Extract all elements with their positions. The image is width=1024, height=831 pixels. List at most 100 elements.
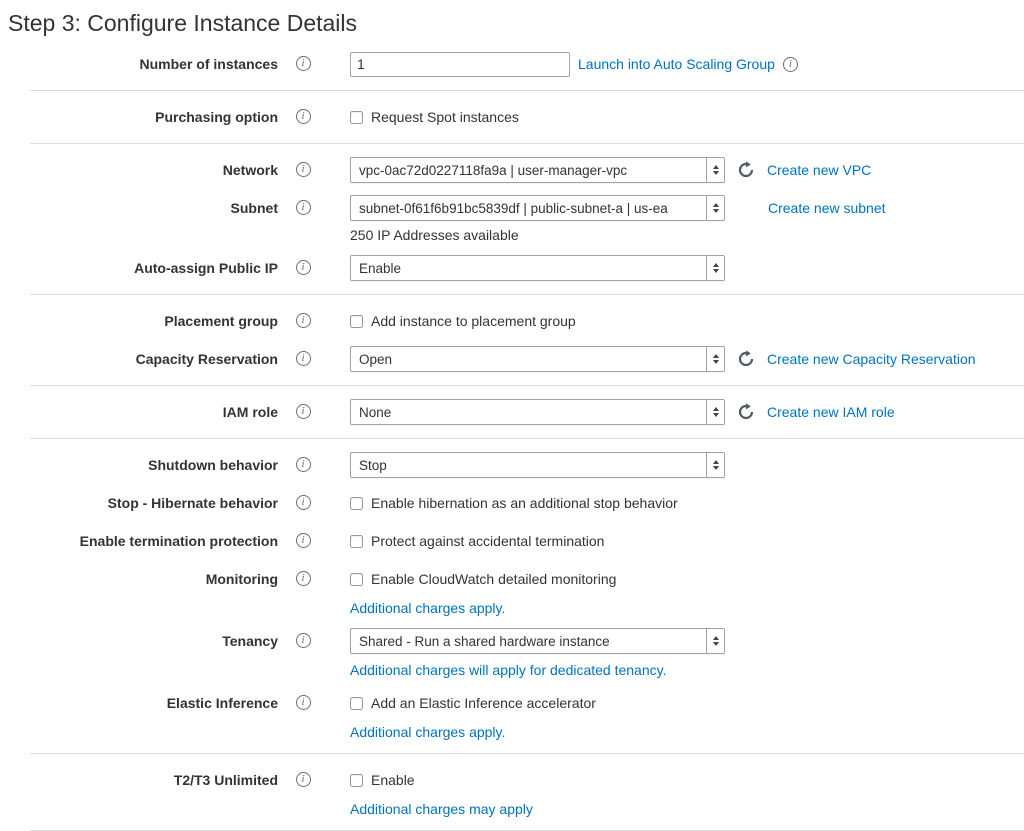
info-icon[interactable]: i <box>296 200 311 215</box>
divider <box>30 90 1024 91</box>
form-row-termination-protection: Enable termination protection i Protect … <box>0 528 1024 554</box>
info-icon[interactable]: i <box>296 457 311 472</box>
info-icon[interactable]: i <box>296 571 311 586</box>
info-icon[interactable]: i <box>296 533 311 548</box>
tenancy-select[interactable]: Shared - Run a shared hardware instance <box>350 628 725 654</box>
cloudwatch-monitoring-checkbox[interactable] <box>350 573 363 586</box>
form-row-shutdown-behavior: Shutdown behavior i Stop <box>0 452 1024 478</box>
form-row-stop-hibernate-behavior: Stop - Hibernate behavior i Enable hiber… <box>0 490 1024 516</box>
refresh-icon[interactable] <box>737 350 755 368</box>
request-spot-instances-label[interactable]: Request Spot instances <box>371 109 519 125</box>
subnet-label: Subnet <box>231 200 278 216</box>
tenancy-select-value: Shared - Run a shared hardware instance <box>359 634 700 649</box>
form-row-capacity-reservation: Capacity Reservation i Open Create new C… <box>0 346 1024 372</box>
elastic-inference-additional-charges-link[interactable]: Additional charges apply. <box>350 724 505 740</box>
capacity-reservation-label: Capacity Reservation <box>136 351 278 367</box>
elastic-inference-label: Elastic Inference <box>167 695 278 711</box>
create-new-iam-role-link[interactable]: Create new IAM role <box>767 404 895 420</box>
info-icon[interactable]: i <box>296 695 311 710</box>
select-arrows-icon <box>706 196 724 220</box>
t2t3-enable-checkbox[interactable] <box>350 774 363 787</box>
info-icon[interactable]: i <box>296 313 311 328</box>
info-icon[interactable]: i <box>296 495 311 510</box>
placement-group-checkbox[interactable] <box>350 315 363 328</box>
info-icon[interactable]: i <box>783 57 798 72</box>
create-new-subnet-link[interactable]: Create new subnet <box>768 200 886 216</box>
cloudwatch-monitoring-checkbox-label[interactable]: Enable CloudWatch detailed monitoring <box>371 571 616 587</box>
select-arrows-icon <box>706 400 724 424</box>
form-row-tenancy: Tenancy i Shared - Run a shared hardware… <box>0 628 1024 678</box>
page-title: Step 3: Configure Instance Details <box>8 10 1024 37</box>
info-icon[interactable]: i <box>296 56 311 71</box>
select-arrows-icon <box>706 158 724 182</box>
stop-hibernate-behavior-label: Stop - Hibernate behavior <box>108 495 278 511</box>
divider <box>30 753 1024 754</box>
auto-assign-public-ip-select-value: Enable <box>359 261 700 276</box>
iam-role-select-value: None <box>359 405 700 420</box>
create-new-capacity-reservation-link[interactable]: Create new Capacity Reservation <box>767 351 976 367</box>
iam-role-label: IAM role <box>223 404 278 420</box>
t2t3-additional-charges-link[interactable]: Additional charges may apply <box>350 801 533 817</box>
t2t3-unlimited-label: T2/T3 Unlimited <box>174 772 278 788</box>
refresh-icon[interactable] <box>737 403 755 421</box>
iam-role-select[interactable]: None <box>350 399 725 425</box>
elastic-inference-checkbox-label[interactable]: Add an Elastic Inference accelerator <box>371 695 596 711</box>
termination-protection-checkbox-label[interactable]: Protect against accidental termination <box>371 533 604 549</box>
network-label: Network <box>223 162 278 178</box>
form-row-subnet: Subnet i subnet-0f61f6b91bc5839df | publ… <box>0 195 1024 243</box>
subnet-select-value: subnet-0f61f6b91bc5839df | public-subnet… <box>359 201 700 216</box>
request-spot-instances-checkbox[interactable] <box>350 111 363 124</box>
create-new-vpc-link[interactable]: Create new VPC <box>767 162 871 178</box>
elastic-inference-checkbox[interactable] <box>350 697 363 710</box>
info-icon[interactable]: i <box>296 260 311 275</box>
select-arrows-icon <box>706 453 724 477</box>
form-row-auto-assign-public-ip: Auto-assign Public IP i Enable <box>0 255 1024 281</box>
shutdown-behavior-label: Shutdown behavior <box>148 457 278 473</box>
auto-assign-public-ip-select[interactable]: Enable <box>350 255 725 281</box>
tenancy-additional-charges-link[interactable]: Additional charges will apply for dedica… <box>350 662 666 678</box>
number-of-instances-input[interactable] <box>350 52 570 77</box>
info-icon[interactable]: i <box>296 162 311 177</box>
info-icon[interactable]: i <box>296 772 311 787</box>
select-arrows-icon <box>706 347 724 371</box>
shutdown-behavior-select[interactable]: Stop <box>350 452 725 478</box>
configure-instance-details-page: Step 3: Configure Instance Details Numbe… <box>0 10 1024 831</box>
divider <box>30 385 1024 386</box>
termination-protection-checkbox[interactable] <box>350 535 363 548</box>
termination-protection-label: Enable termination protection <box>80 533 278 549</box>
capacity-reservation-select[interactable]: Open <box>350 346 725 372</box>
form-row-elastic-inference: Elastic Inference i Add an Elastic Infer… <box>0 690 1024 740</box>
subnet-ip-availability-note: 250 IP Addresses available <box>350 227 519 243</box>
form-row-t2t3-unlimited: T2/T3 Unlimited i Enable Additional char… <box>0 767 1024 817</box>
subnet-select[interactable]: subnet-0f61f6b91bc5839df | public-subnet… <box>350 195 725 221</box>
purchasing-option-label: Purchasing option <box>155 109 278 125</box>
hibernation-checkbox-label[interactable]: Enable hibernation as an additional stop… <box>371 495 678 511</box>
monitoring-label: Monitoring <box>206 571 278 587</box>
shutdown-behavior-select-value: Stop <box>359 458 700 473</box>
auto-assign-public-ip-label: Auto-assign Public IP <box>134 260 278 276</box>
network-select[interactable]: vpc-0ac72d0227118fa9a | user-manager-vpc <box>350 157 725 183</box>
monitoring-additional-charges-link[interactable]: Additional charges apply. <box>350 600 505 616</box>
select-arrows-icon <box>706 256 724 280</box>
info-icon[interactable]: i <box>296 404 311 419</box>
refresh-icon[interactable] <box>737 161 755 179</box>
hibernation-checkbox[interactable] <box>350 497 363 510</box>
form-row-purchasing-option: Purchasing option i Request Spot instanc… <box>0 104 1024 130</box>
divider <box>30 294 1024 295</box>
form-row-monitoring: Monitoring i Enable CloudWatch detailed … <box>0 566 1024 616</box>
capacity-reservation-select-value: Open <box>359 352 700 367</box>
divider <box>30 143 1024 144</box>
t2t3-enable-checkbox-label[interactable]: Enable <box>371 772 415 788</box>
info-icon[interactable]: i <box>296 109 311 124</box>
select-arrows-icon <box>706 629 724 653</box>
divider <box>30 438 1024 439</box>
placement-group-label: Placement group <box>164 313 278 329</box>
tenancy-label: Tenancy <box>222 633 278 649</box>
network-select-value: vpc-0ac72d0227118fa9a | user-manager-vpc <box>359 163 700 178</box>
number-of-instances-label: Number of instances <box>140 56 278 72</box>
placement-group-checkbox-label[interactable]: Add instance to placement group <box>371 313 576 329</box>
info-icon[interactable]: i <box>296 633 311 648</box>
launch-auto-scaling-group-link[interactable]: Launch into Auto Scaling Group <box>578 56 775 72</box>
form-row-network: Network i vpc-0ac72d0227118fa9a | user-m… <box>0 157 1024 183</box>
info-icon[interactable]: i <box>296 351 311 366</box>
